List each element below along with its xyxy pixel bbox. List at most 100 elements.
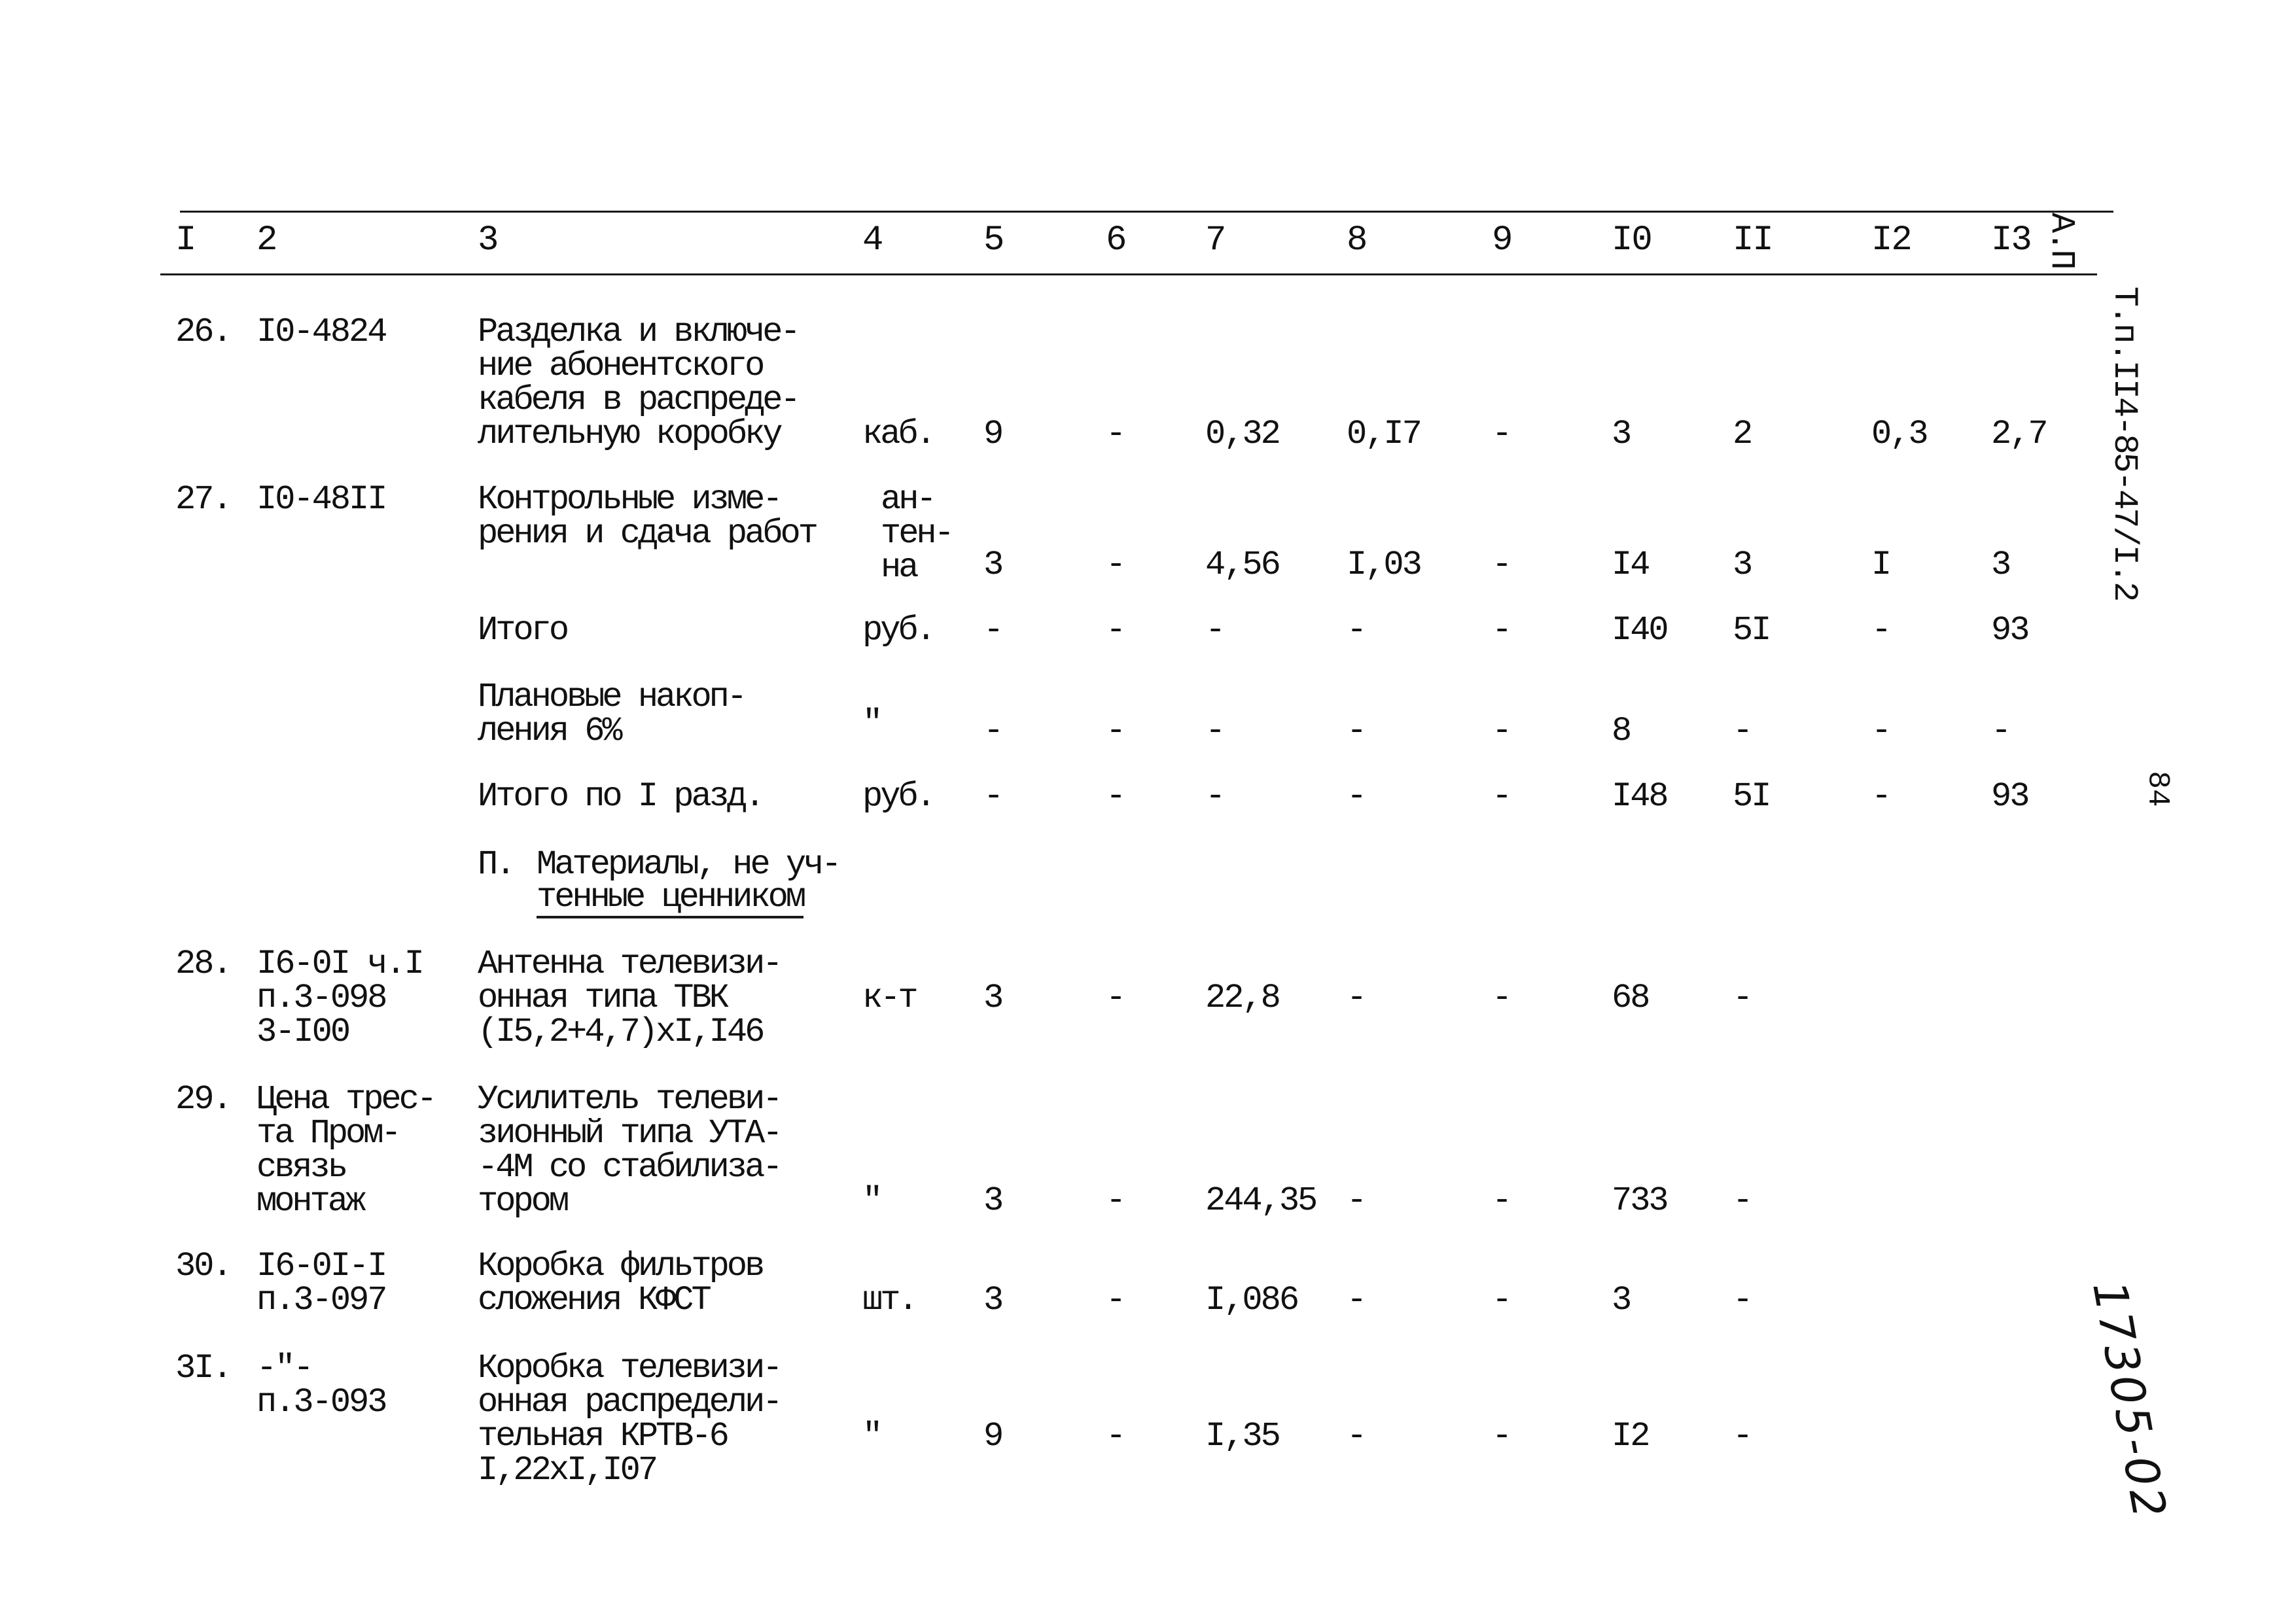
row-col-11: - [1733, 979, 1753, 1017]
row-col-8: - [1347, 712, 1367, 750]
row-col-10: 8 [1612, 712, 1632, 750]
row-description: Антенна телевизи- онная типа ТВК (I5,2+4… [478, 945, 783, 1051]
row-unit: шт. [862, 1281, 919, 1319]
row-col-8: - [1347, 777, 1367, 816]
header-col-6: 6 [1106, 220, 1127, 260]
row-col-5: 3 [983, 546, 1004, 584]
row-col-9: - [1492, 979, 1512, 1017]
row-col-12: I [1871, 546, 1892, 584]
row-col-9: - [1492, 712, 1512, 750]
header-col-12: I2 [1871, 220, 1913, 260]
row-col-11: - [1733, 712, 1753, 750]
row-col-10: 733 [1612, 1181, 1669, 1220]
row-col-7: - [1205, 777, 1226, 816]
row-unit: " [862, 704, 883, 742]
row-col-9: - [1492, 777, 1512, 816]
row-description: Итого [478, 611, 569, 650]
row-col-7: 4,56 [1205, 546, 1281, 584]
row-col-5: - [983, 712, 1004, 750]
row-unit: к-т [862, 979, 919, 1017]
row-col-5: - [983, 777, 1004, 816]
row-col-11: 2 [1733, 415, 1753, 453]
row-description: Плановые накоп- ления 6% [478, 678, 747, 750]
row-col-9: - [1492, 611, 1512, 650]
row-col-5: 3 [983, 1281, 1004, 1319]
row-unit: каб. [862, 415, 936, 453]
row-col-11: 5I [1733, 777, 1771, 816]
row-col-11: - [1733, 1281, 1753, 1319]
row-unit: руб. [862, 777, 936, 816]
row-col-12: - [1871, 777, 1892, 816]
row-col-6: - [1106, 415, 1126, 453]
document-code: Т.п.II4-85-47/I.2 [2105, 286, 2144, 601]
row-col-10: I2 [1612, 1417, 1650, 1456]
row-col-9: - [1492, 1417, 1512, 1456]
row-col-7: 0,32 [1205, 415, 1281, 453]
header-col-8: 8 [1347, 220, 1368, 260]
row-description: Итого по I разд. [478, 777, 765, 816]
page-number: 84 [2140, 771, 2175, 807]
row-col-6: - [1106, 1181, 1126, 1220]
row-number: 29. [175, 1080, 233, 1119]
row-description: Разделка и включе- ние абонентского кабе… [478, 313, 801, 453]
row-description: Коробка фильтров сложения КФСТ [478, 1247, 765, 1319]
row-col-10: 68 [1612, 979, 1650, 1017]
row-col-10: I40 [1612, 611, 1669, 650]
row-col-8: - [1347, 1181, 1367, 1220]
header-col-11: II [1733, 220, 1774, 260]
row-col-5: - [983, 611, 1004, 650]
row-code: Цена трес- та Пром- связь монтаж [256, 1080, 437, 1221]
row-number: 30. [175, 1247, 233, 1285]
header-col-9: 9 [1492, 220, 1513, 260]
row-code: I0-48II [256, 480, 387, 519]
header-col-10: I0 [1612, 220, 1653, 260]
header-col-7: 7 [1205, 220, 1226, 260]
row-description: Усилитель телеви- зионный типа УТА- -4М … [478, 1080, 783, 1221]
row-unit: " [862, 1417, 883, 1456]
row-col-9: - [1492, 546, 1512, 584]
row-col-8: - [1347, 611, 1367, 650]
document-album: А.П [2042, 213, 2081, 268]
row-col-13: - [1991, 712, 2011, 750]
row-col-5: 9 [983, 1417, 1004, 1456]
row-col-7: 244,35 [1205, 1181, 1318, 1220]
row-col-8: - [1347, 979, 1367, 1017]
row-number: 26. [175, 313, 233, 351]
row-col-7: 22,8 [1205, 979, 1281, 1017]
row-col-12: - [1871, 611, 1892, 650]
table-header-rule [160, 273, 2097, 275]
row-col-10: 3 [1612, 1281, 1632, 1319]
row-code: I6-0I ч.I п.3-098 3-I00 [256, 945, 425, 1051]
row-col-7: - [1205, 712, 1226, 750]
row-number: 3I. [175, 1349, 233, 1387]
row-col-10: 3 [1612, 415, 1632, 453]
row-col-12: - [1871, 712, 1892, 750]
row-unit: ан- тен- на [881, 480, 955, 587]
row-col-9: - [1492, 1181, 1512, 1220]
row-col-5: 3 [983, 1181, 1004, 1220]
row-unit: руб. [862, 611, 936, 650]
row-description: Контрольные изме- рения и сдача работ [478, 480, 819, 553]
row-col-13: 93 [1991, 611, 2030, 650]
row-col-11: 5I [1733, 611, 1771, 650]
row-col-9: - [1492, 415, 1512, 453]
table-top-rule [180, 211, 2113, 213]
section-title-line1: Материалы, не уч- [537, 845, 841, 884]
row-code: I0-4824 [256, 313, 387, 351]
row-code: -"- п.3-093 [256, 1349, 387, 1422]
header-col-3: 3 [478, 220, 499, 260]
row-col-11: - [1733, 1417, 1753, 1456]
row-col-8: - [1347, 1417, 1367, 1456]
row-description: Коробка телевизи- онная распредели- тель… [478, 1349, 783, 1490]
row-col-10: I48 [1612, 777, 1669, 816]
document-code-stamp: Т.п.II4-85-47/I.2 А.П [1983, 213, 2171, 600]
row-col-5: 3 [983, 979, 1004, 1017]
section-title-line2: тенные ценником [537, 881, 806, 918]
row-col-11: 3 [1733, 546, 1753, 584]
row-col-7: I,35 [1205, 1417, 1281, 1456]
row-col-8: - [1347, 1281, 1367, 1319]
row-col-10: I4 [1612, 546, 1650, 584]
row-col-6: - [1106, 979, 1126, 1017]
row-col-6: - [1106, 546, 1126, 584]
row-col-7: I,086 [1205, 1281, 1299, 1319]
